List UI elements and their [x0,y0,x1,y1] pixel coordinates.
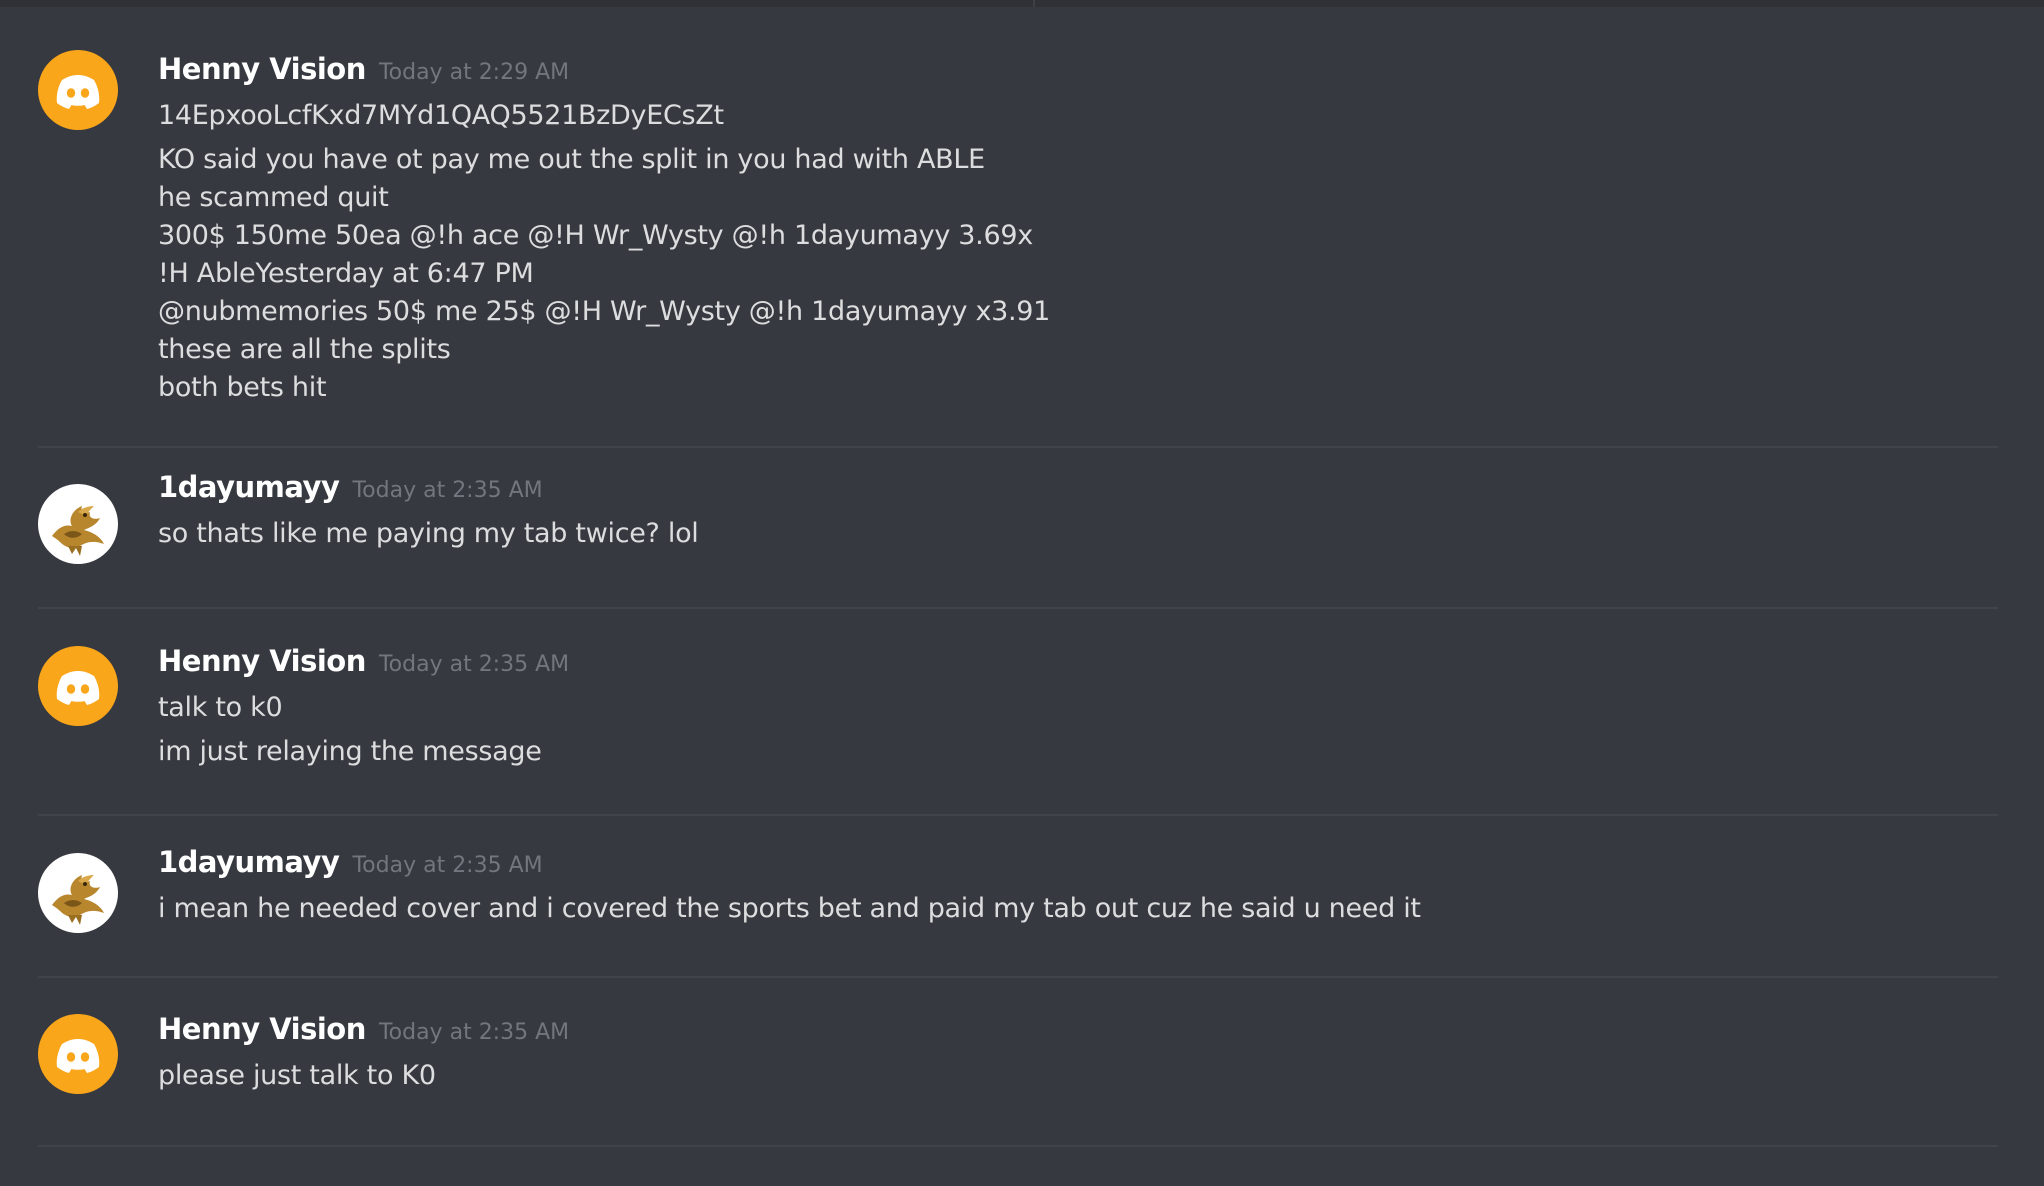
message-group: Henny Vision Today at 2:29 AM 14EpxooLcf… [38,48,1998,448]
message-timestamp[interactable]: Today at 2:35 AM [352,853,542,878]
message-timestamp[interactable]: Today at 2:35 AM [379,1020,569,1045]
message-timestamp[interactable]: Today at 2:29 AM [379,60,569,85]
message-group: 1dayumayy Today at 2:35 AM i mean he nee… [38,845,1998,978]
message-text: !H AbleYesterday at 6:47 PM [158,258,534,289]
message-text: 14EpxooLcfKxd7MYd1QAQ5521BzDyECsZt [158,100,724,131]
message-text: @nubmemories 50$ me 25$ @!H Wr_Wysty @!h… [158,296,1051,327]
message-group: 1dayumayy Today at 2:35 AM so thats like… [38,470,1998,609]
avatar[interactable] [38,853,118,933]
username[interactable]: Henny Vision [158,52,366,86]
message-text: both bets hit [158,372,327,403]
discord-default-icon [56,75,100,109]
message-text: im just relaying the message [158,736,542,767]
discord-default-icon [56,1039,100,1073]
message-timestamp[interactable]: Today at 2:35 AM [379,652,569,677]
dragon-emblem-icon [40,855,116,931]
username[interactable]: Henny Vision [158,1012,366,1046]
message-text: 300$ 150me 50ea @!h ace @!H Wr_Wysty @!h… [158,220,1033,251]
dragon-emblem-icon [40,486,116,562]
avatar[interactable] [38,484,118,564]
message-text: so thats like me paying my tab twice? lo… [158,518,699,549]
avatar[interactable] [38,646,118,726]
avatar[interactable] [38,1014,118,1094]
message-text: these are all the splits [158,334,451,365]
message-text: he scammed quit [158,182,389,213]
username[interactable]: Henny Vision [158,644,366,678]
username[interactable]: 1dayumayy [158,845,340,879]
message-group: Henny Vision Today at 2:35 AM talk to k0… [38,644,1998,816]
message-text: i mean he needed cover and i covered the… [158,893,1421,924]
avatar[interactable] [38,50,118,130]
message-text: please just talk to K0 [158,1060,436,1091]
message-timestamp[interactable]: Today at 2:35 AM [352,478,542,503]
message-text: KO said you have ot pay me out the split… [158,144,985,175]
message-text: talk to k0 [158,692,283,723]
message-group: Henny Vision Today at 2:35 AM please jus… [38,1012,1998,1147]
username[interactable]: 1dayumayy [158,470,340,504]
discord-default-icon [56,671,100,705]
message-list[interactable]: Henny Vision Today at 2:29 AM 14EpxooLcf… [0,0,2044,1186]
